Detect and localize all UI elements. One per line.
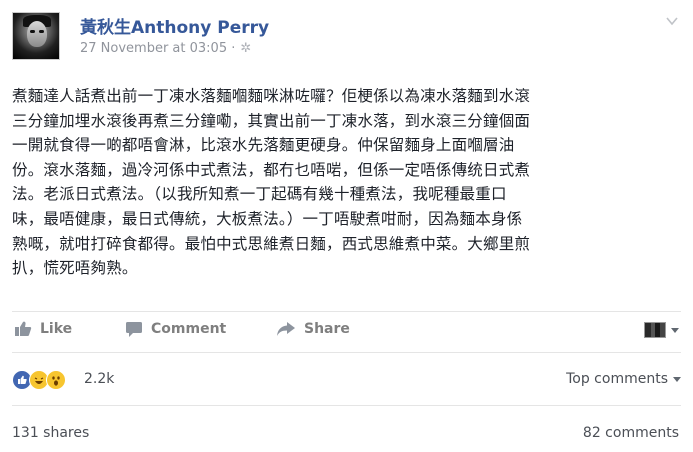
comment-bubble-icon (126, 322, 142, 337)
stats-divider (12, 405, 681, 406)
share-label: Share (304, 321, 350, 337)
timestamp-text: 27 November at 03:05 · (80, 41, 236, 56)
share-page-thumbnail (644, 322, 666, 338)
avatar-eye-right (39, 30, 44, 33)
post-options-chevron-icon[interactable] (665, 14, 679, 28)
like-thumb-icon (15, 321, 32, 336)
shares-count[interactable]: 131 shares (12, 425, 89, 441)
reaction-count[interactable]: 2.2k (84, 371, 114, 387)
like-label: Like (40, 321, 73, 337)
avatar-eye-left (30, 30, 35, 33)
actions-divider-bottom (12, 352, 681, 353)
share-as-selector[interactable] (644, 322, 679, 338)
author-avatar[interactable] (12, 12, 60, 60)
like-button[interactable]: Like (14, 321, 72, 337)
post-actions-bar: Like Comment Share (0, 312, 693, 352)
post-timestamp[interactable]: 27 November at 03:05 · ✲ (80, 41, 251, 56)
comment-label: Comment (151, 321, 227, 337)
sort-caret-down-icon (673, 376, 681, 382)
post-body-text: 煮麵達人話煮出前一丁凍水落麵嗰麵咪淋咗囉？佢梗係以為凍水落麵到水滾 三分鐘加埋水… (12, 87, 531, 278)
avatar-face (27, 21, 47, 47)
author-name[interactable]: 黃秋生Anthony Perry (80, 13, 269, 38)
stats-row: 131 shares 82 comments (0, 414, 693, 452)
comments-count[interactable]: 82 comments (583, 425, 679, 441)
top-comments-label: Top comments (566, 371, 668, 387)
reactions-row: 2.2k Top comments (0, 362, 693, 398)
privacy-globe-icon: ✲ (240, 41, 252, 56)
reaction-icons[interactable] (12, 370, 66, 390)
share-arrow-icon (277, 322, 295, 336)
share-button[interactable]: Share (276, 321, 350, 337)
caret-down-icon (671, 327, 679, 333)
top-comments-sort[interactable]: Top comments (566, 371, 681, 387)
post-header: 黃秋生Anthony Perry 27 November at 03:05 · … (0, 0, 693, 70)
wow-icon (46, 370, 66, 390)
comment-button[interactable]: Comment (125, 321, 226, 337)
